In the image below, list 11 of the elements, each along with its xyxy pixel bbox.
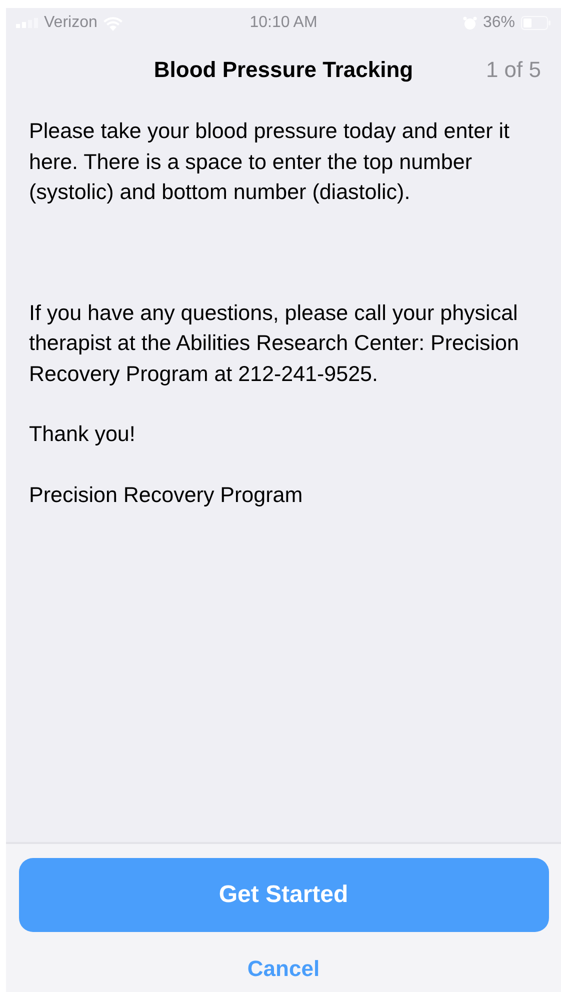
cancel-button[interactable]: Cancel bbox=[239, 952, 328, 986]
carrier-name: Verizon bbox=[44, 14, 98, 32]
battery-percent: 36% bbox=[482, 14, 515, 32]
get-started-button[interactable]: Get Started bbox=[18, 858, 548, 932]
body-text: If you have any questions, please call your physical therapist at the Abilities Research Center: Precision Recovery Program at 212-241-9525. bbox=[29, 300, 520, 388]
body-text: Precision Recovery Program bbox=[29, 482, 304, 508]
body-text: Thank you! bbox=[29, 421, 136, 448]
step-counter: 1 of 5 bbox=[486, 57, 541, 83]
body-text: Please take your blood pressure today and enter it here. There is a space to enter the top number (systolic) and bottom number (diastolic). bbox=[29, 118, 510, 206]
status-time: 10:10 AM bbox=[250, 14, 318, 32]
screen-title: Blood Pressure Tracking bbox=[154, 57, 414, 83]
